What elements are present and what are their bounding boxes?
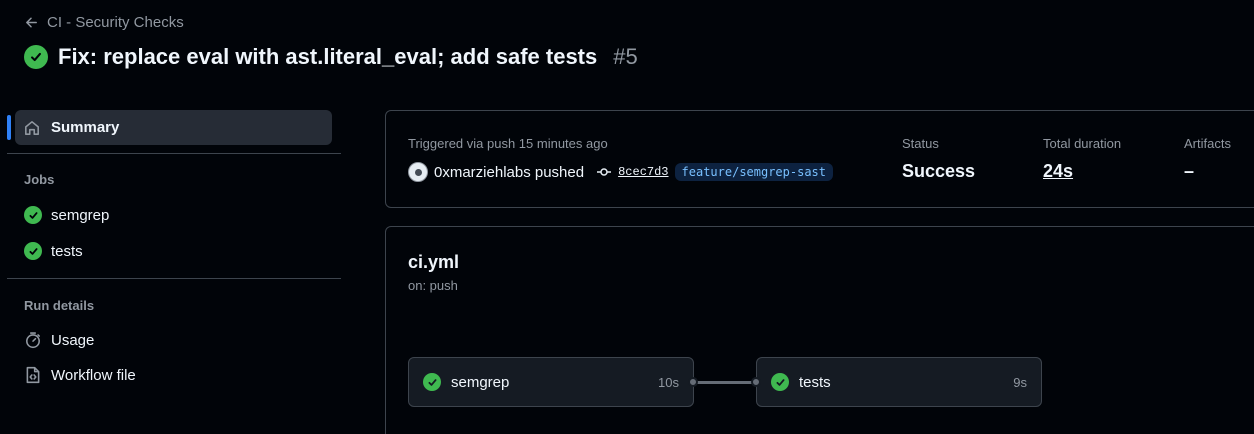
- workflow-file-name: ci.yml: [408, 252, 460, 272]
- actor-name[interactable]: 0xmarziehlabs pushed: [434, 164, 584, 181]
- run-summary-card: Triggered via push 15 minutes ago 0xmarz…: [385, 110, 1254, 208]
- workflow-graph-card: ci.yml on: push semgrep 10s tests 9s: [385, 226, 1254, 434]
- sidebar-item-summary[interactable]: Summary: [15, 110, 332, 145]
- sidebar-item-workflow-file[interactable]: Workflow file: [24, 366, 136, 384]
- artifacts-value: –: [1184, 161, 1195, 181]
- sidebar-item-label: semgrep: [51, 206, 110, 224]
- git-commit-icon: [590, 164, 612, 180]
- page-title-row: Fix: replace eval with ast.literal_eval;…: [24, 44, 638, 70]
- divider: [7, 278, 341, 279]
- sidebar-item-job-semgrep[interactable]: semgrep: [24, 206, 109, 224]
- job-name: semgrep: [451, 373, 510, 391]
- trigger-details: 0xmarziehlabs pushed 8cec7d3 feature/sem…: [408, 162, 834, 182]
- avatar[interactable]: [408, 162, 428, 182]
- home-icon: [25, 120, 39, 135]
- back-link[interactable]: CI - Security Checks: [24, 14, 184, 31]
- check-circle-icon: [771, 373, 789, 391]
- output-port: [688, 377, 698, 387]
- job-duration: 10s: [658, 374, 679, 390]
- input-port: [751, 377, 761, 387]
- trigger-text: Triggered via push 15 minutes ago: [408, 136, 608, 151]
- divider: [7, 153, 341, 154]
- workflow-trigger: on: push: [408, 278, 458, 293]
- job-node-semgrep[interactable]: semgrep 10s: [408, 357, 694, 407]
- sidebar-item-label: Workflow file: [51, 366, 136, 384]
- check-circle-icon: [24, 242, 42, 260]
- check-circle-icon: [24, 206, 42, 224]
- sidebar-item-label: Usage: [51, 331, 95, 349]
- duration-label: Total duration: [1043, 136, 1122, 151]
- sidebar-item-label: tests: [51, 242, 83, 260]
- job-node-tests[interactable]: tests 9s: [756, 357, 1042, 407]
- jobs-heading: Jobs: [24, 172, 55, 187]
- branch-label[interactable]: feature/semgrep-sast: [674, 163, 834, 181]
- job-connector: [695, 381, 757, 384]
- file-code-icon: [24, 366, 42, 384]
- arrow-left-icon: [26, 17, 37, 28]
- active-indicator: [7, 115, 11, 140]
- status-label: Status: [902, 136, 939, 151]
- commit-sha-link[interactable]: 8cec7d3: [618, 165, 668, 179]
- run-details-heading: Run details: [24, 298, 95, 313]
- run-number: #5: [613, 44, 638, 69]
- status-value: Success: [902, 161, 976, 181]
- sidebar-item-label: Summary: [51, 119, 120, 136]
- job-duration: 9s: [1013, 374, 1027, 390]
- check-circle-icon: [423, 373, 441, 391]
- stopwatch-icon: [24, 331, 42, 349]
- back-link-label: CI - Security Checks: [47, 14, 184, 31]
- sidebar-item-usage[interactable]: Usage: [24, 331, 94, 349]
- page-title: Fix: replace eval with ast.literal_eval;…: [58, 44, 598, 69]
- job-name: tests: [799, 373, 831, 391]
- artifacts-label: Artifacts: [1184, 136, 1231, 151]
- check-circle-icon: [24, 45, 48, 69]
- sidebar-item-job-tests[interactable]: tests: [24, 242, 83, 260]
- duration-value[interactable]: 24s: [1043, 161, 1073, 182]
